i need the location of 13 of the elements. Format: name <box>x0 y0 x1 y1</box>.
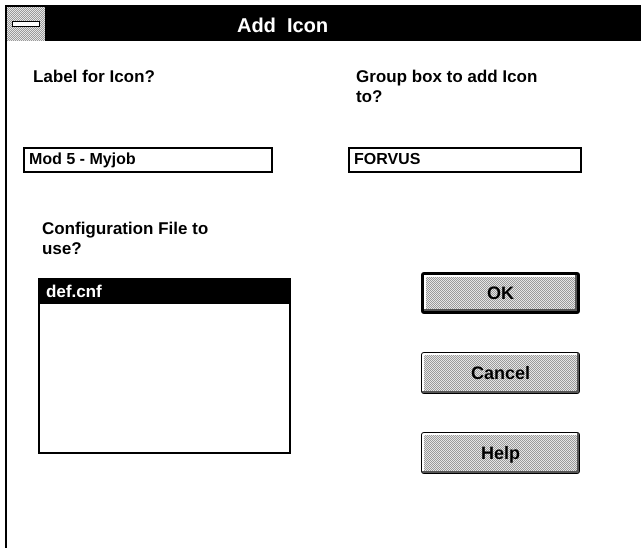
field-label: Configuration File to use? <box>41 219 210 259</box>
window-title: Add Icon <box>237 14 328 39</box>
dialog-button[interactable]: OK <box>421 272 580 314</box>
dialog-button[interactable]: Cancel <box>421 352 580 394</box>
input-field[interactable]: FORVUS <box>348 147 582 173</box>
field-label: Label for Icon? <box>32 67 156 88</box>
field-label: Group box to add Icon to? <box>355 67 538 108</box>
menu-bar-icon <box>12 21 40 27</box>
input-field[interactable]: Mod 5 - Myjob <box>23 147 273 173</box>
dialog-button[interactable]: Help <box>421 432 580 474</box>
system-menu-button[interactable] <box>7 7 47 41</box>
list-item[interactable]: def.cnf <box>40 280 289 304</box>
file-list[interactable]: def.cnf <box>38 278 291 454</box>
